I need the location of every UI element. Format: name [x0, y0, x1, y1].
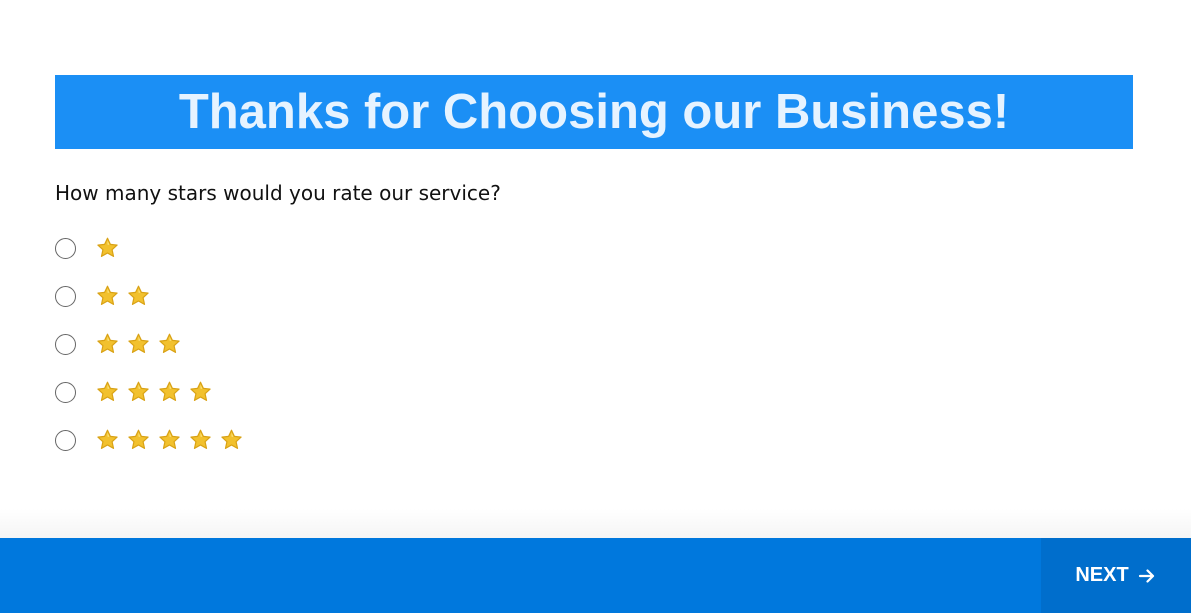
star-icon: [128, 429, 149, 449]
question-text: How many stars would you rate our servic…: [55, 181, 501, 205]
star-group: [95, 380, 219, 405]
rating-option-3[interactable]: [55, 330, 250, 358]
survey-page: Thanks for Choosing our Business! How ma…: [0, 0, 1191, 613]
star-icon: [97, 237, 118, 257]
star-icon: [159, 333, 180, 353]
star-group: [95, 284, 157, 309]
star-group: [95, 236, 126, 261]
star-icon: [190, 429, 211, 449]
star-icon: [190, 381, 211, 401]
star-group: [95, 428, 250, 453]
next-button-label: NEXT: [1075, 564, 1129, 586]
star-icon: [128, 333, 149, 353]
title-banner: Thanks for Choosing our Business!: [55, 75, 1133, 149]
rating-option-4[interactable]: [55, 378, 250, 406]
radio-button[interactable]: [55, 333, 76, 355]
rating-option-2[interactable]: [55, 282, 250, 310]
radio-button[interactable]: [55, 285, 76, 307]
radio-button[interactable]: [55, 429, 76, 451]
radio-button[interactable]: [55, 381, 76, 403]
next-button[interactable]: NEXT: [1041, 538, 1191, 613]
star-icon: [159, 429, 180, 449]
arrow-right-icon: [1138, 568, 1154, 583]
star-icon: [97, 285, 118, 305]
rating-option-1[interactable]: [55, 234, 250, 262]
star-icon: [97, 333, 118, 353]
star-icon: [128, 381, 149, 401]
star-icon: [97, 429, 118, 449]
rating-options: [55, 234, 250, 474]
footer-bar: NEXT: [0, 538, 1191, 613]
star-group: [95, 332, 188, 357]
radio-button[interactable]: [55, 237, 76, 259]
star-icon: [97, 381, 118, 401]
page-title: Thanks for Choosing our Business!: [178, 85, 1010, 139]
footer-shadow: [0, 508, 1191, 538]
star-icon: [159, 381, 180, 401]
rating-option-5[interactable]: [55, 426, 250, 454]
star-icon: [221, 429, 242, 449]
star-icon: [128, 285, 149, 305]
